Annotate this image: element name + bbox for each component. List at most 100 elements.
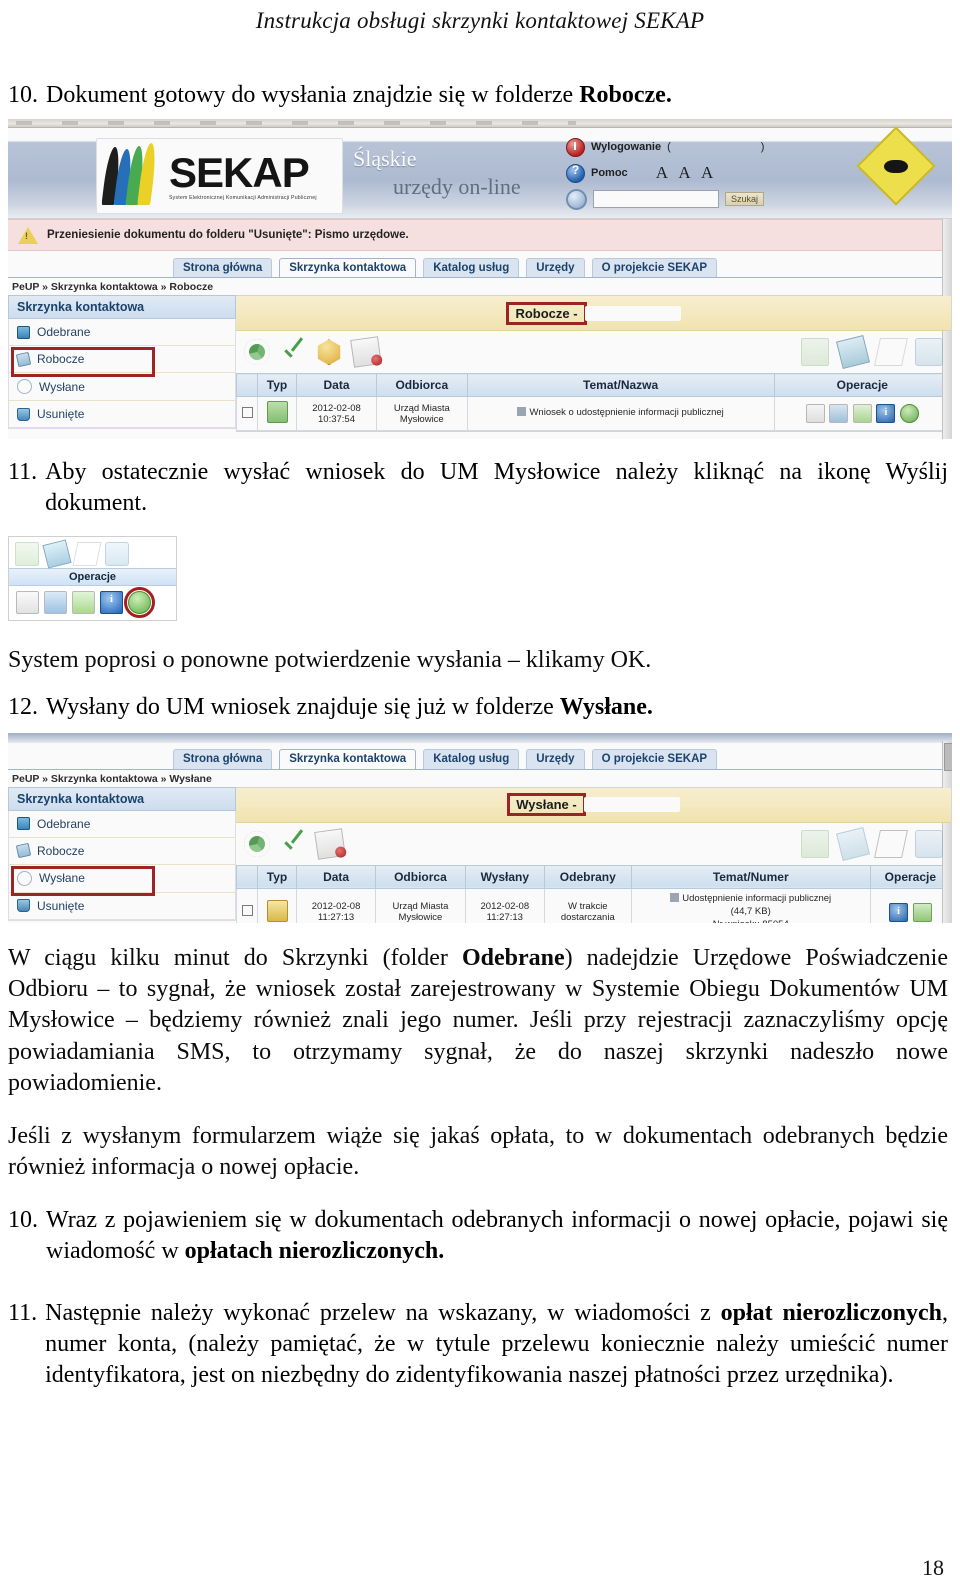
refresh-icon-2[interactable] <box>244 830 270 857</box>
running-head: Instrukcja obsługi skrzynki kontaktowej … <box>255 8 705 33</box>
th-data[interactable]: Data <box>295 373 378 398</box>
th-operacje: Operacje <box>773 373 952 398</box>
edit-op-icon[interactable] <box>852 404 872 424</box>
refresh-icon[interactable] <box>244 339 270 366</box>
delete-icon-2[interactable] <box>915 829 943 858</box>
th-temat-nazwa[interactable]: Temat/Nazwa <box>466 373 775 398</box>
power-icon <box>566 137 585 157</box>
select-all-icon-2[interactable] <box>280 831 306 857</box>
move-to-folder-icon-2[interactable] <box>801 829 829 858</box>
tab-o-projekcie-sekap[interactable]: O projekcie SEKAP <box>591 257 718 278</box>
sekap-logo[interactable]: SEKAP System Elektronicznej Komunikacji … <box>96 138 343 215</box>
row2-checkbox-cell[interactable] <box>236 887 258 923</box>
sidebar2-item-usuniete[interactable]: Usunięte <box>9 893 235 920</box>
th-odbiorca[interactable]: Odbiorca <box>376 373 468 398</box>
row-subject: Wniosek o udostępnienie informacji publi… <box>529 407 724 419</box>
browser-scrollbar-2[interactable] <box>942 740 952 923</box>
drafts-icon-2 <box>15 843 32 859</box>
sidebar-item-wyslane[interactable]: Wysłane <box>9 373 235 402</box>
edit-document-icon[interactable] <box>836 335 870 370</box>
print-op-icon[interactable] <box>805 404 825 424</box>
scrollbar-thumb-2[interactable] <box>944 742 952 771</box>
send-document-op-icon[interactable] <box>900 404 920 424</box>
info-op-icon[interactable] <box>876 404 896 424</box>
th2-typ[interactable]: Typ <box>257 864 297 889</box>
row2-subject-cell[interactable]: Udostępnienie informacji publicznej (44,… <box>630 887 871 923</box>
tab-urzedy[interactable]: Urzędy <box>526 257 585 278</box>
table-row[interactable]: 2012-02-08 10:37:54 Urząd Miasta Mysłowi… <box>236 396 952 432</box>
logout-label[interactable]: Wylogowanie <box>591 141 661 153</box>
help-row[interactable]: Pomoc A A A <box>566 160 856 186</box>
sidebar-title-2: Skrzynka kontaktowa <box>8 786 236 811</box>
th2-wyslany[interactable]: Wysłany <box>464 864 545 889</box>
seal-icon[interactable] <box>317 339 341 366</box>
search-input[interactable] <box>593 190 719 209</box>
page-content: Skrzynka kontaktowa Odebrane Robocze Wys… <box>8 295 952 433</box>
edit-document-icon-2[interactable] <box>836 826 870 861</box>
search-button[interactable]: Szukaj <box>725 192 765 207</box>
tab-katalog-uslug[interactable]: Katalog usług <box>423 257 520 278</box>
delete-icon[interactable] <box>915 338 943 367</box>
crop-print-op-icon <box>16 590 39 614</box>
row2-operations-cell <box>869 887 952 923</box>
th-typ[interactable]: Typ <box>257 373 297 398</box>
banner-utility-area: Wylogowanie ( ) Pomoc A A A Szukaj <box>566 134 856 212</box>
sidebar2-item-robocze[interactable]: Robocze <box>9 838 235 865</box>
sidebar-title: Skrzynka kontaktowa <box>8 295 236 320</box>
logout-row[interactable]: Wylogowanie ( ) <box>566 134 856 160</box>
folder-count-blank <box>584 305 681 321</box>
signed-envelope-icon-2[interactable] <box>314 828 346 860</box>
logout-close-paren: ) <box>760 141 765 154</box>
tab2-skrzynka-kontaktowa[interactable]: Skrzynka kontaktowa <box>279 749 417 769</box>
sidebar2-label-odebrane: Odebrane <box>37 816 91 831</box>
row2-subject-line3: Nr wniosku 85054 <box>713 919 789 923</box>
help-icon <box>566 163 585 183</box>
info-op-icon-2[interactable] <box>889 902 909 922</box>
paragraph-11-number: 11. <box>8 1299 38 1326</box>
sekap-logo-subtitle: System Elektronicznej Komunikacji Admini… <box>169 194 317 201</box>
row-checkbox[interactable] <box>241 406 253 418</box>
tab-strona-glowna[interactable]: Strona główna <box>173 257 273 278</box>
sidebar2-item-odebrane[interactable]: Odebrane <box>9 811 235 838</box>
help-label[interactable]: Pomoc <box>591 167 628 179</box>
envelope-icon-2[interactable] <box>874 829 908 858</box>
table-row[interactable]: 2012-02-08 11:27:13 Urząd Miasta Mysłowi… <box>236 887 952 923</box>
sidebar-item-usuniete[interactable]: Usunięte <box>9 401 235 429</box>
tab2-urzedy[interactable]: Urzędy <box>526 749 585 769</box>
select-all-icon[interactable] <box>280 339 306 365</box>
th2-data[interactable]: Data <box>295 864 377 889</box>
crop-delete-icon <box>105 541 129 566</box>
signed-envelope-icon[interactable] <box>350 336 382 368</box>
paragraph-11-bold: opłat nierozliczonych <box>720 1299 942 1326</box>
table-header-row: Typ Data Odbiorca Temat/Nazwa Operacje <box>236 373 952 398</box>
move-to-folder-icon[interactable] <box>801 338 829 367</box>
tab2-strona-glowna[interactable]: Strona główna <box>173 749 273 769</box>
tab2-o-projekcie-sekap[interactable]: O projekcie SEKAP <box>591 749 718 769</box>
envelope-icon[interactable] <box>874 338 908 367</box>
row2-checkbox[interactable] <box>241 905 253 917</box>
crop-send-document-op-icon <box>124 586 155 618</box>
crop-move-to-folder-icon <box>15 541 39 566</box>
upo-op-icon[interactable] <box>912 902 932 922</box>
trash-icon-2 <box>17 899 30 913</box>
tab-skrzynka-kontaktowa[interactable]: Skrzynka kontaktowa <box>279 257 417 278</box>
sidebar2-item-wyslane[interactable]: Wysłane <box>9 865 235 896</box>
font-size-switcher[interactable]: A A A <box>656 163 718 183</box>
tab2-katalog-uslug[interactable]: Katalog usług <box>423 749 520 769</box>
th2-odebrany[interactable]: Odebrany <box>543 864 632 889</box>
th2-temat-numer[interactable]: Temat/Numer <box>630 864 871 889</box>
accessibility-eye-icon[interactable] <box>856 126 936 206</box>
row-checkbox-cell[interactable] <box>236 396 258 432</box>
search-icon <box>566 188 587 210</box>
search-row[interactable]: Szukaj <box>566 186 856 212</box>
sidebar-list-2: Odebrane Robocze Wysłane Usunięte <box>8 810 236 921</box>
row2-recipient-line1: Urząd Miasta <box>392 901 449 913</box>
sidebar-item-robocze[interactable]: Robocze <box>9 346 235 378</box>
sent-icon-2 <box>17 870 32 886</box>
row2-type-cell <box>257 887 297 923</box>
row-subject-cell[interactable]: Wniosek o udostępnienie informacji publi… <box>466 396 775 432</box>
sekap-flames-icon <box>101 143 163 207</box>
preview-op-icon[interactable] <box>829 404 849 424</box>
sidebar-item-odebrane[interactable]: Odebrane <box>9 319 235 347</box>
th2-odbiorca[interactable]: Odbiorca <box>375 864 466 889</box>
